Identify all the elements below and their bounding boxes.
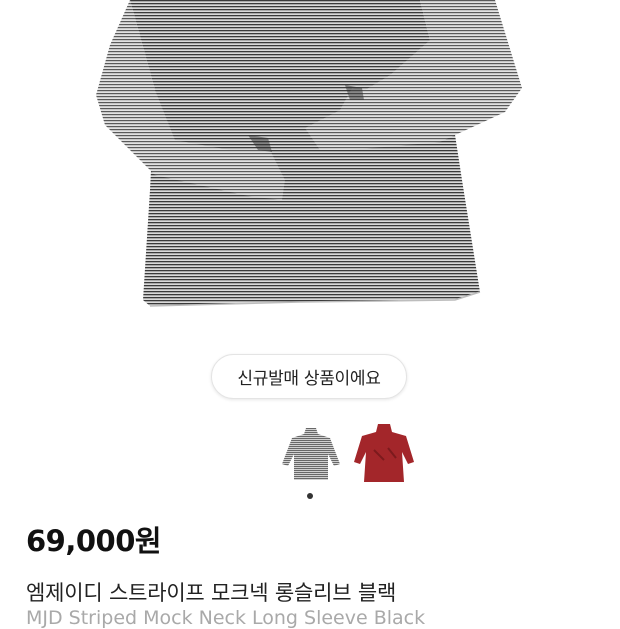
product-price: 69,000원 [26,524,162,558]
new-release-badge: 신규발매 상품이에요 [211,354,407,399]
product-hero-image[interactable] [0,0,620,330]
thumbnail-gallery [0,420,620,490]
product-name-english: MJD Striped Mock Neck Long Sleeve Black [26,607,426,629]
thumbnail-red-shirt[interactable] [352,420,416,490]
product-name-korean: 엠제이디 스트라이프 모크넥 롱슬리브 블랙 [26,581,397,605]
shirt-body-shape [96,0,522,307]
thumbnail-grey-shirt[interactable] [280,420,344,490]
carousel-indicator-dot [307,493,313,499]
